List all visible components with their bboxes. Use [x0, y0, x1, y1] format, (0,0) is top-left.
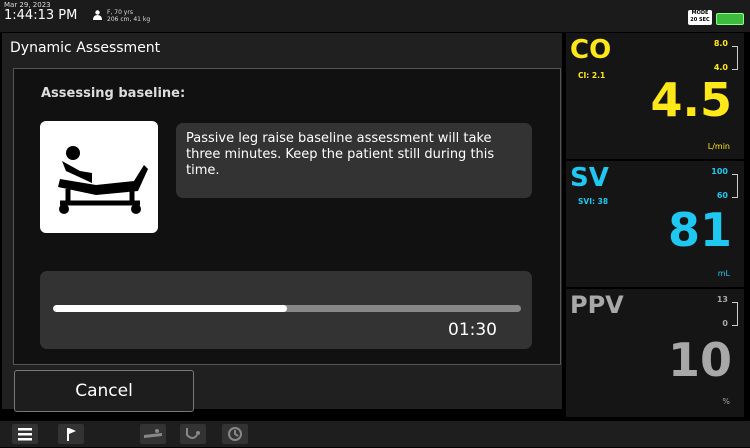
co-unit: L/min	[707, 142, 730, 151]
sv-label: SV	[570, 163, 609, 193]
dialog-title: Dynamic Assessment	[10, 40, 161, 56]
sv-limit-bracket	[732, 174, 738, 198]
sv-unit: mL	[717, 269, 730, 278]
mode-interval: 20 SEC	[690, 17, 710, 23]
sv-value: 81	[667, 203, 732, 257]
timer: 01:30	[448, 320, 497, 340]
sv-high-limit: 100	[711, 167, 728, 176]
mode-button[interactable]: MODE 20 SEC	[688, 10, 712, 25]
ppv-unit: %	[722, 397, 730, 406]
ppv-tile[interactable]: PPV 13 0 10 %	[566, 289, 744, 417]
assessment-heading: Assessing baseline:	[41, 86, 186, 101]
patient-info-gender-age: F, 70 yrs	[107, 9, 133, 16]
ppv-value: 10	[667, 333, 732, 387]
ppv-low-limit: 0	[722, 319, 728, 328]
progress-bar	[53, 305, 521, 312]
stethoscope-icon[interactable]	[180, 424, 206, 444]
time: 1:44:13 PM	[4, 8, 78, 23]
ppv-label: PPV	[570, 291, 624, 319]
ppv-high-limit: 13	[716, 295, 728, 304]
person-icon	[93, 10, 102, 20]
flag-icon[interactable]	[58, 424, 84, 444]
bottom-toolbar	[0, 421, 750, 447]
history-icon[interactable]	[222, 424, 248, 444]
bed-toolbar-icon[interactable]	[140, 424, 166, 444]
co-value: 4.5	[650, 73, 733, 127]
co-high-limit: 8.0	[713, 39, 728, 48]
patient-info-height-weight: 206 cm, 41 kg	[107, 16, 151, 23]
co-tile[interactable]: CO CI: 2.1 8.0 4.0 4.5 L/min	[566, 33, 744, 159]
cancel-button[interactable]: Cancel	[14, 370, 194, 412]
svi-value: SVI: 38	[578, 197, 609, 206]
assessment-message: Passive leg raise baseline assessment wi…	[186, 131, 495, 178]
co-label: CO	[570, 35, 612, 65]
mode-label: MODE	[691, 10, 709, 16]
menu-icon[interactable]	[12, 424, 38, 444]
co-low-limit: 4.0	[713, 63, 728, 72]
bed-icon	[40, 121, 158, 233]
ci-value: CI: 2.1	[578, 71, 606, 80]
progress-fill	[53, 305, 287, 312]
sv-low-limit: 60	[716, 191, 728, 200]
sv-tile[interactable]: SV SVI: 38 100 60 81 mL	[566, 161, 744, 287]
battery-icon	[716, 13, 744, 25]
co-limit-bracket	[732, 46, 738, 70]
ppv-limit-bracket	[732, 302, 738, 326]
